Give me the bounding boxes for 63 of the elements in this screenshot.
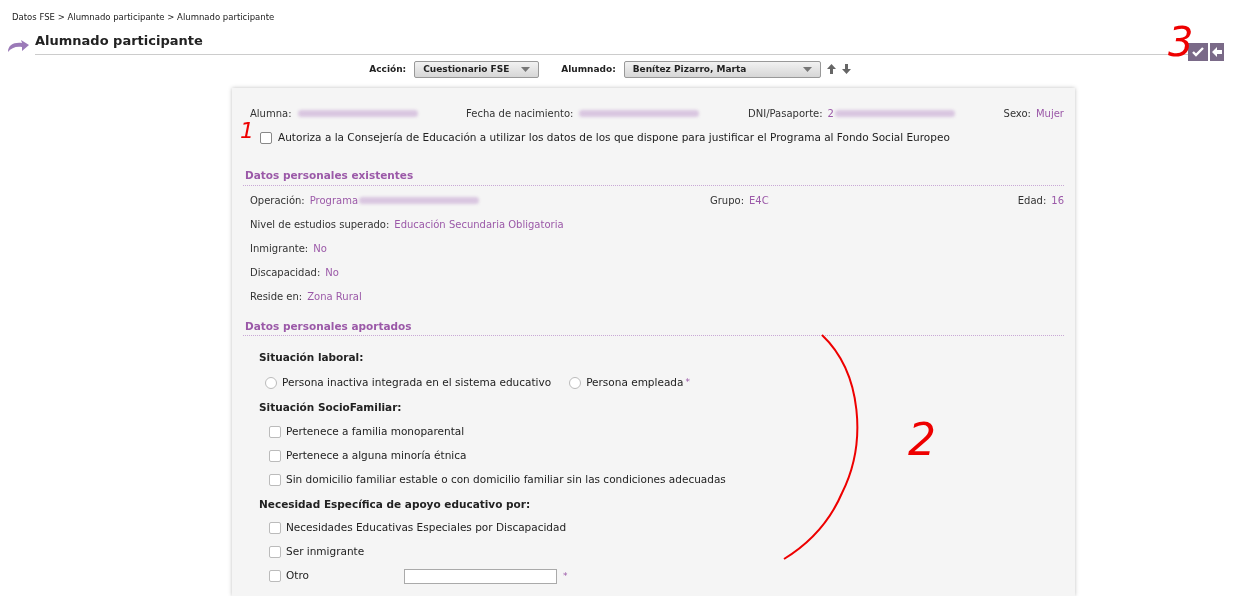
back-button[interactable] (1210, 42, 1224, 61)
checkbox[interactable] (269, 522, 281, 535)
field-value: Programa (309, 193, 359, 208)
option-label: Persona empleada (586, 375, 684, 390)
action-dropdown[interactable]: Cuestionario FSE (414, 60, 540, 78)
annotation-number: 1 (240, 120, 254, 142)
checkbox[interactable] (260, 131, 272, 144)
field-label: Discapacidad: (250, 265, 321, 280)
field-value: Educación Secundaria Obligatoria (394, 217, 564, 232)
breadcrumb: Datos FSE > Alumnado participante > Alumnado participante (12, 11, 276, 24)
page-title: Alumnado participante (35, 32, 203, 48)
field-label: Nivel de estudios superado: (250, 217, 390, 232)
checkbox[interactable] (269, 546, 281, 559)
back-arrow-icon (1212, 46, 1222, 57)
up-arrow-icon[interactable] (826, 64, 836, 75)
field-label: Sexo: (1003, 107, 1031, 121)
field-label: Operación: (250, 193, 305, 208)
field-label: DNI/Pasaporte: (748, 107, 823, 121)
checkbox[interactable] (269, 425, 281, 438)
field-value: Mujer (1035, 107, 1064, 121)
field-value: No (313, 241, 327, 256)
field-value: No (325, 265, 339, 280)
field-label: Fecha de nacimiento: (466, 107, 574, 121)
checkbox[interactable] (269, 473, 281, 486)
option-label: Necesidades Educativas Especiales por Discapacidad (286, 520, 567, 536)
option-label: Otro (286, 568, 310, 584)
student-label: Alumnado: (561, 62, 616, 76)
field-value: E4C (749, 193, 769, 208)
annotation-number: 2 (908, 418, 936, 462)
group-title: Situación laboral: (259, 350, 365, 366)
option-label: Pertenece a alguna minoría étnica (286, 447, 467, 463)
group-title: Necesidad Específica de apoyo educativo por: (259, 496, 532, 512)
field-label: Inmigrante: (250, 241, 309, 256)
option-label: Sin domicilio familiar estable o con domicilio familiar sin las condiciones adecuadas (286, 471, 726, 487)
required-mark: * (685, 376, 690, 390)
radio-button[interactable] (569, 376, 582, 389)
option-label: Persona inactiva integrada en el sistema educativo (282, 375, 552, 390)
option-label: Pertenece a familia monoparental (286, 423, 465, 439)
section-title: Datos personales existentes (244, 168, 414, 181)
field-value: Zona Rural (307, 289, 362, 304)
checkbox[interactable] (269, 570, 281, 583)
action-label: Acción: (369, 62, 407, 76)
field-value: 16 (1051, 193, 1064, 208)
field-label: Alumna: (250, 107, 292, 121)
caret-icon (802, 66, 812, 72)
input-field[interactable] (404, 568, 557, 584)
field-label: Edad: (1017, 193, 1047, 208)
checkbox[interactable] (269, 449, 281, 462)
caret-icon (521, 66, 531, 72)
curved-arrow-icon (6, 38, 30, 53)
field-label: Reside en: (250, 289, 303, 304)
section-title: Datos personales aportados (244, 319, 412, 332)
group-title: Situación SocioFamiliar: (259, 399, 403, 415)
radio-button[interactable] (265, 376, 277, 389)
required-mark: * (563, 569, 568, 583)
consent-label: Autoriza a la Consejería de Educación a utilizar los datos de los que dispone para justificar el Programa al Fondo Social Europeo (278, 130, 950, 145)
student-dropdown[interactable]: Benítez Pizarro, Marta (623, 60, 821, 78)
field-value: 2 (827, 107, 834, 121)
down-arrow-icon[interactable] (841, 64, 851, 75)
option-label: Ser inmigrante (286, 544, 365, 560)
annotation-number: 3 (1168, 22, 1194, 62)
check-icon (1192, 46, 1204, 57)
field-label: Grupo: (710, 193, 745, 208)
